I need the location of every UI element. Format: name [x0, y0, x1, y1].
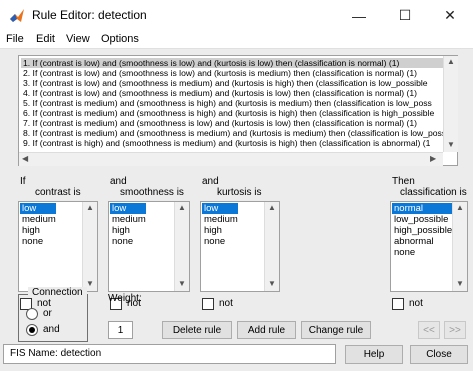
list-item[interactable]: low [20, 203, 56, 214]
menu-file[interactable]: File [6, 33, 24, 45]
matlab-app-icon [9, 8, 25, 24]
window-title: Rule Editor: detection [32, 8, 147, 22]
output-prefix: Then [392, 176, 415, 187]
list-item[interactable]: high [20, 225, 56, 236]
output-var-label: classification is [400, 187, 467, 198]
list-item[interactable]: none [110, 236, 146, 247]
rule-rows: 1. If (contrast is low) and (smoothness … [21, 58, 443, 150]
minimize-button[interactable]: — [336, 0, 382, 31]
scroll-right-arrow-icon[interactable]: ▶ [430, 154, 436, 163]
classification-not-checkbox[interactable] [392, 298, 404, 310]
maximize-button[interactable]: ☐ [382, 0, 428, 31]
help-button[interactable]: Help [345, 345, 403, 364]
scroll-down-arrow-icon[interactable]: ▼ [268, 279, 276, 288]
connection-and-radio[interactable] [26, 324, 38, 336]
classification-options: normal low_possible high_possible abnormal n… [392, 203, 453, 258]
scroll-up-arrow-icon[interactable]: ▲ [86, 203, 94, 212]
input3-prefix: and [202, 176, 219, 187]
kurtosis-not-checkbox[interactable] [202, 298, 214, 310]
list-item[interactable]: none [392, 247, 452, 258]
connection-or-label: or [43, 308, 52, 319]
connection-and-label: and [43, 324, 60, 335]
close-window-button[interactable]: ✕ [427, 0, 473, 31]
kurtosis-listbox-scrollbar[interactable]: ▲ ▼ [264, 202, 279, 291]
smoothness-listbox[interactable]: low medium high none ▲ ▼ [108, 201, 190, 292]
list-item[interactable]: low_possible [392, 214, 452, 225]
kurtosis-listbox[interactable]: low medium high none ▲ ▼ [200, 201, 280, 292]
kurtosis-not-label: not [219, 298, 233, 309]
close-button[interactable]: Close [410, 345, 468, 364]
contrast-options: low medium high none [20, 203, 56, 247]
connection-or-radio[interactable] [26, 308, 38, 320]
scroll-up-arrow-icon[interactable]: ▲ [268, 203, 276, 212]
list-item[interactable]: low [110, 203, 146, 214]
list-item[interactable]: medium [110, 214, 146, 225]
rule-list-horizontal-scrollbar[interactable]: ◀ ▶ [19, 152, 443, 166]
scroll-up-arrow-icon[interactable]: ▲ [447, 57, 455, 66]
next-rule-button[interactable]: >> [444, 321, 466, 339]
rule-row[interactable]: 9. If (contrast is high) and (smoothness… [21, 138, 443, 148]
list-item[interactable]: normal [392, 203, 453, 214]
input2-prefix: and [110, 176, 127, 187]
input3-var-label: kurtosis is [217, 187, 262, 198]
scroll-down-arrow-icon[interactable]: ▼ [456, 279, 464, 288]
rule-row[interactable]: 4. If (contrast is low) and (smoothness … [21, 88, 443, 98]
add-rule-button[interactable]: Add rule [237, 321, 296, 339]
menu-options[interactable]: Options [101, 33, 139, 45]
weight-label: Weight: [108, 293, 142, 304]
menu-view[interactable]: View [66, 33, 90, 45]
smoothness-options: low medium high none [110, 203, 146, 247]
rule-list-vertical-scrollbar[interactable]: ▲ ▼ [443, 56, 458, 152]
smoothness-listbox-scrollbar[interactable]: ▲ ▼ [174, 202, 189, 291]
input2-var-label: smoothness is [120, 187, 184, 198]
delete-rule-button[interactable]: Delete rule [162, 321, 232, 339]
list-item[interactable]: low [202, 203, 238, 214]
input1-var-label: contrast is [35, 187, 81, 198]
previous-rule-button[interactable]: << [418, 321, 440, 339]
kurtosis-options: low medium high none [202, 203, 238, 247]
classification-listbox-scrollbar[interactable]: ▲ ▼ [452, 202, 467, 291]
scroll-down-arrow-icon[interactable]: ▼ [86, 279, 94, 288]
scroll-up-arrow-icon[interactable]: ▲ [456, 203, 464, 212]
list-item[interactable]: abnormal [392, 236, 452, 247]
list-item[interactable]: high [110, 225, 146, 236]
contrast-listbox[interactable]: low medium high none ▲ ▼ [18, 201, 98, 292]
status-field: FIS Name: detection [3, 344, 336, 364]
list-item[interactable]: medium [202, 214, 238, 225]
rule-row[interactable]: 5. If (contrast is medium) and (smoothne… [21, 98, 443, 108]
rule-row[interactable]: 7. If (contrast is medium) and (smoothne… [21, 118, 443, 128]
rule-row[interactable]: 3. If (contrast is low) and (smoothness … [21, 78, 443, 88]
list-item[interactable]: none [20, 236, 56, 247]
rule-row[interactable]: 1. If (contrast is low) and (smoothness … [21, 58, 443, 68]
menu-bar: File Edit View Options [0, 31, 473, 49]
list-item[interactable]: none [202, 236, 238, 247]
list-item[interactable]: high [202, 225, 238, 236]
radio-selected-dot [29, 327, 35, 333]
list-item[interactable]: medium [20, 214, 56, 225]
scroll-down-arrow-icon[interactable]: ▼ [447, 140, 455, 149]
scroll-down-arrow-icon[interactable]: ▼ [178, 279, 186, 288]
weight-input[interactable]: 1 [108, 321, 133, 339]
scroll-up-arrow-icon[interactable]: ▲ [178, 203, 186, 212]
rule-row[interactable]: 6. If (contrast is medium) and (smoothne… [21, 108, 443, 118]
contrast-listbox-scrollbar[interactable]: ▲ ▼ [82, 202, 97, 291]
list-item[interactable]: high_possible [392, 225, 452, 236]
rule-row[interactable]: 2. If (contrast is low) and (smoothness … [21, 68, 443, 78]
classification-listbox[interactable]: normal low_possible high_possible abnormal n… [390, 201, 468, 292]
scroll-left-arrow-icon[interactable]: ◀ [22, 154, 28, 163]
connection-title: Connection [28, 287, 87, 298]
menu-edit[interactable]: Edit [36, 33, 55, 45]
rule-list[interactable]: 1. If (contrast is low) and (smoothness … [18, 55, 458, 166]
rule-row[interactable]: 8. If (contrast is medium) and (smoothne… [21, 128, 443, 138]
input1-prefix: If [20, 176, 26, 187]
change-rule-button[interactable]: Change rule [301, 321, 371, 339]
title-bar: Rule Editor: detection — ☐ ✕ [0, 0, 473, 31]
classification-not-label: not [409, 298, 423, 309]
